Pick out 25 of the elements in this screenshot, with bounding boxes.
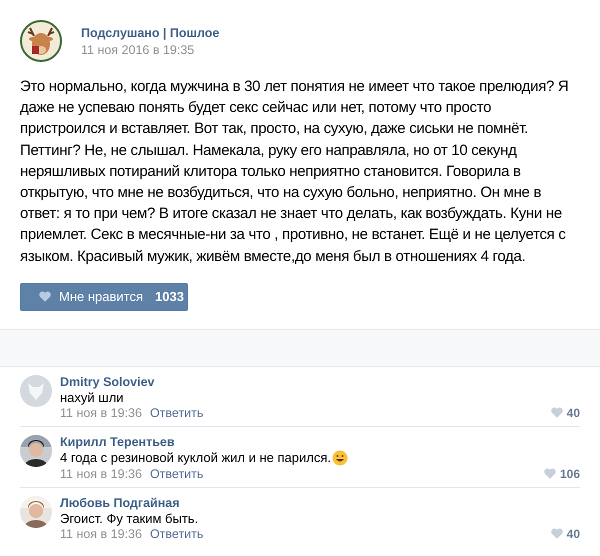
post-text: Это нормально, когда мужчина в 30 лет понятия не имеет что такое прелюдия? Я даже не успеваю понять будет секс сейчас или нет, потому что просто пристроился и вставляет. Вот так, просто, на сухую, даже сиськи не помнёт. Петтинг? Не, не слышал. Намекала, руку его направляла, но от 10 секунд неряшливых потираний клитора только неприятно становится. Говорила в открытую, что мне не возбудиться, что на сухую больно, неприятно. Он мне в ответ: я то при чем? В итоге сказал не знает что делать, как возбуждать. Куни не приемлет. Секс в месячные-ни за что , противно, не встанет. Ещё и не целуется с языком. Красивый мужик, живём вместе,до меня был в отношениях 4 года.	[20, 77, 570, 267]
commenter-name[interactable]: Dmitry Soloviev	[60, 374, 580, 389]
comment-date: 11 ноя в 19:36	[60, 406, 142, 420]
heart-icon	[39, 291, 51, 302]
reply-link[interactable]: Ответить	[150, 406, 204, 420]
comment-text: нахуй шли	[60, 390, 124, 405]
like-count: 40	[566, 526, 580, 541]
comment-text: 4 года с резиновой куклой жил и не парился.	[60, 450, 332, 466]
author-link[interactable]: Подслушано | Пошлое	[81, 26, 220, 40]
comment-date: 11 ноя в 19:36	[60, 526, 142, 541]
heart-icon	[544, 468, 556, 480]
commenter-name[interactable]: Кирилл Терентьев	[60, 434, 580, 449]
reply-link[interactable]: Ответить	[150, 526, 204, 541]
heart-icon	[550, 528, 563, 540]
heart-icon	[550, 407, 563, 418]
post-date: 11 ноя 2016 в 19:35	[81, 42, 196, 56]
comment-date: 11 ноя в 19:36	[60, 466, 142, 481]
reply-link[interactable]: Ответить	[150, 466, 204, 481]
dog-avatar-icon	[20, 374, 52, 407]
like-count: 40	[566, 406, 580, 420]
like-button[interactable]: Мне нравится 1033	[20, 282, 188, 311]
like-count: 106	[560, 466, 580, 481]
commenter-name[interactable]: Любовь Подгайная	[60, 496, 580, 510]
comment-text: Эгоист. Фу таким быть.	[60, 510, 198, 526]
smile-emoji-icon	[332, 450, 348, 466]
